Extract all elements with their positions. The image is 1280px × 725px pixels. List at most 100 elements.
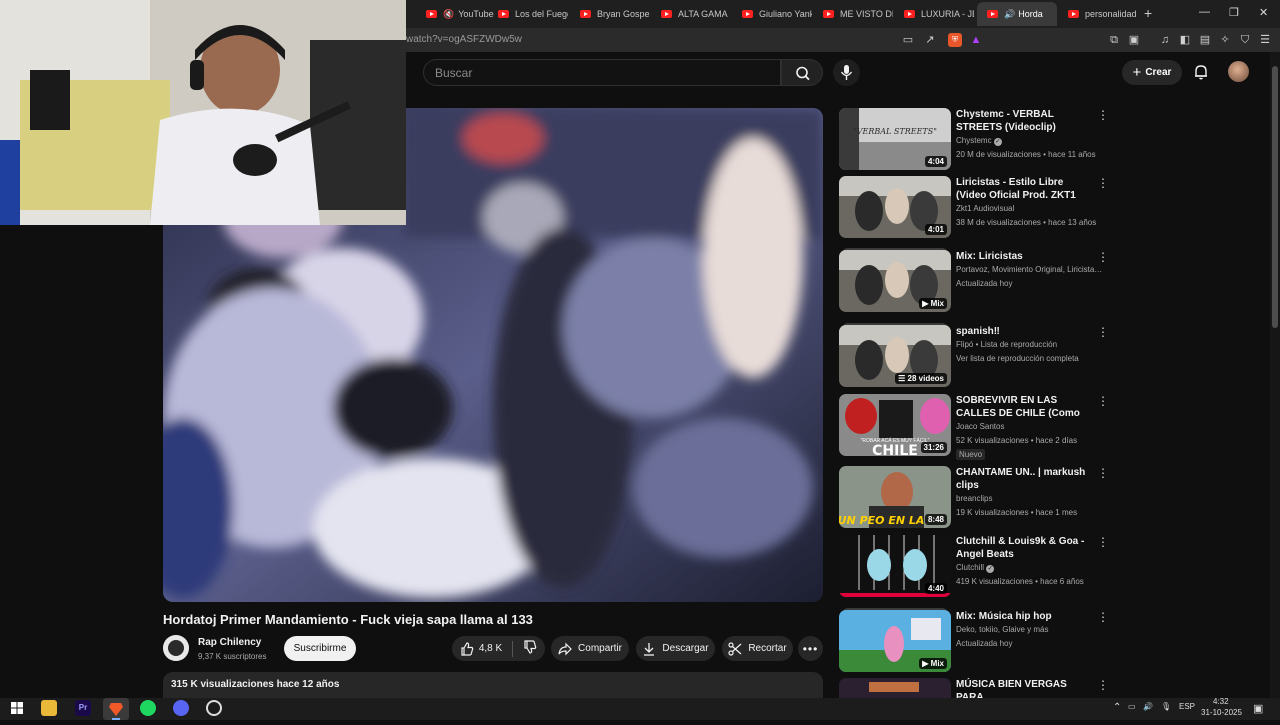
brave-shields-icon[interactable]: ⛨ [948, 33, 962, 47]
obs-icon[interactable] [206, 700, 222, 716]
verified-badge-icon: ✓ [986, 565, 995, 573]
video-thumbnail[interactable]: UN PEO EN LA 8:48 [839, 466, 951, 528]
search-button[interactable] [781, 59, 823, 86]
clip-button[interactable]: Recortar [722, 636, 793, 661]
more-vert-icon[interactable]: ⋮ [1097, 466, 1109, 480]
recommendation-item[interactable]: MÚSICA BIEN VERGAS PARA ⋮ [839, 678, 1109, 698]
tab-label: Bryan Gospel [597, 9, 650, 19]
scrollbar-thumb[interactable] [1272, 66, 1278, 328]
vpn-shield-icon[interactable]: ⛉ [1238, 33, 1252, 47]
more-vert-icon[interactable]: ⋮ [1097, 610, 1109, 624]
thumbnail-text: CHILE [872, 443, 918, 456]
tab-youtube[interactable]: 🔇 YouTube [416, 2, 498, 26]
brave-taskbar-active[interactable] [103, 698, 129, 720]
channel-avatar[interactable] [163, 635, 189, 661]
subscribe-button[interactable]: Suscribirme [284, 636, 356, 661]
video-thumbnail[interactable]: "VERBAL STREETS" 4:04 [839, 108, 951, 170]
brave-icon [109, 703, 123, 720]
subscriber-count: 9,37 K suscriptores [198, 652, 267, 661]
notifications-bell-icon[interactable] [1192, 63, 1210, 81]
discord-icon[interactable] [173, 700, 189, 716]
more-vert-icon[interactable]: ⋮ [1097, 678, 1109, 692]
tab-personalidad[interactable]: personalidad [1058, 2, 1138, 26]
scissors-icon [728, 641, 742, 656]
voice-search-button[interactable] [833, 59, 860, 86]
spotify-icon[interactable] [140, 700, 156, 716]
recommendation-item[interactable]: UN PEO EN LA 8:48 CHANTAME UN.. | markus… [839, 466, 1109, 528]
input-language[interactable]: ESP [1179, 702, 1195, 711]
video-thumbnail[interactable]: ▶ Mix [839, 250, 951, 312]
tab-alta-gama[interactable]: ALTA GAMA [651, 2, 731, 26]
cast-icon[interactable]: ▭ [901, 33, 915, 47]
tab-label: ALTA GAMA [678, 9, 728, 19]
tab-horda-active[interactable]: 🔊Horda✕ [977, 2, 1057, 26]
url-field[interactable]: watch?v=ogASFZWDw5w [406, 34, 522, 45]
video-thumbnail[interactable]: ☰ 28 videos [839, 325, 951, 387]
minimize-window-icon[interactable]: — [1199, 6, 1210, 18]
restore-window-icon[interactable]: ❐ [1229, 6, 1239, 19]
recommendation-meta: 19 K visualizaciones • hace 1 mes [956, 508, 1078, 517]
recommendation-item[interactable]: ▶ Mix Mix: Música hip hop Deko, tokiio, … [839, 608, 1109, 672]
recommendation-item[interactable]: 4:01 Liricistas - Estilo Libre (Video Of… [839, 176, 1109, 238]
more-vert-icon[interactable]: ⋮ [1097, 250, 1109, 264]
channel-name[interactable]: Rap Chilency [198, 637, 261, 648]
file-explorer-icon[interactable] [41, 700, 57, 716]
more-vert-icon[interactable]: ⋮ [1097, 176, 1109, 190]
new-tab-button[interactable]: + [1144, 5, 1152, 21]
sidebar-icon[interactable]: ◧ [1178, 33, 1192, 47]
extensions-icon[interactable]: ⧉ [1107, 33, 1121, 47]
wallet-icon[interactable]: ▤ [1198, 33, 1212, 47]
share-page-icon[interactable]: ↗ [923, 33, 937, 47]
search-input[interactable]: Buscar [423, 59, 781, 86]
dislike-button[interactable] [523, 640, 537, 657]
recommendation-item[interactable]: "VERBAL STREETS" 4:04 Chystemc - VERBAL … [839, 108, 1109, 170]
download-button[interactable]: Descargar [636, 636, 715, 661]
volume-icon[interactable]: 🔊 [1143, 702, 1153, 711]
video-thumbnail[interactable]: "ROBAR ACÁ ES MUY FÁCIL" CHILE 31:26 [839, 394, 951, 456]
recommendation-title: Mix: Liricistas [956, 251, 1023, 262]
tab-los-del-fuego[interactable]: Los del Fuego [488, 2, 568, 26]
video-thumbnail[interactable]: 4:01 [839, 176, 951, 238]
media-controls-icon[interactable]: ♫ [1158, 33, 1172, 47]
duration-badge: 4:40 [924, 583, 947, 594]
network-icon[interactable]: ▭ [1128, 702, 1136, 711]
recommendation-item[interactable]: ☰ 28 videos spanish‼ Flipó • Lista de re… [839, 323, 1109, 387]
duration-badge: 4:04 [924, 156, 947, 167]
thumbs-down-icon [524, 640, 537, 654]
like-button[interactable]: 4,8 K [460, 641, 502, 656]
tray-chevron-icon[interactable]: ⌃ [1113, 702, 1121, 713]
leo-ai-icon[interactable]: ✧ [1218, 33, 1232, 47]
recommendation-item[interactable]: "ROBAR ACÁ ES MUY FÁCIL" CHILE 31:26 SOBR… [839, 394, 1109, 460]
more-vert-icon[interactable]: ⋮ [1097, 535, 1109, 549]
mic-tray-icon[interactable]: 🎙 [1161, 702, 1171, 711]
premiere-pro-icon[interactable]: Pr [75, 700, 91, 716]
more-vert-icon[interactable]: ⋮ [1097, 108, 1109, 122]
brave-rewards-icon[interactable]: ▲ [969, 33, 983, 47]
thumbnail-text: UN PEO EN LA [839, 514, 924, 527]
more-vert-icon[interactable]: ⋮ [1097, 394, 1109, 408]
recommendation-meta: 52 K visualizaciones • hace 2 días [956, 436, 1078, 445]
recommendation-item[interactable]: 4:40 Clutchill & Louis9k & Goa - Angel B… [839, 535, 1109, 597]
video-thumbnail[interactable] [839, 678, 951, 698]
notification-center-icon[interactable]: ▣ [1253, 702, 1263, 715]
windows-start-icon[interactable] [9, 700, 25, 716]
close-window-icon[interactable]: ✕ [1259, 6, 1268, 19]
tab-me-visto-de[interactable]: ME VISTO DE [813, 2, 893, 26]
video-thumbnail[interactable]: ▶ Mix [839, 610, 951, 672]
thumbs-up-icon [461, 641, 474, 656]
share-button[interactable]: Compartir [551, 636, 629, 661]
tab-giuliano-yank[interactable]: Giuliano Yank [732, 2, 812, 26]
account-avatar[interactable] [1228, 61, 1249, 82]
video-thumbnail[interactable]: 4:40 [839, 535, 951, 597]
recommendation-item[interactable]: ▶ Mix Mix: Liricistas Portavoz, Movimien… [839, 248, 1109, 312]
clock-time[interactable]: 4:32 [1213, 697, 1229, 706]
clock-date[interactable]: 31-10-2025 [1201, 708, 1242, 717]
more-vert-icon[interactable]: ⋮ [1097, 325, 1109, 339]
reader-mode-icon[interactable]: ▣ [1127, 33, 1141, 47]
menu-icon[interactable]: ☰ [1258, 33, 1272, 47]
tab-label: ME VISTO DE [840, 9, 893, 19]
create-button[interactable]: + Crear [1122, 60, 1182, 85]
more-actions-button[interactable]: ••• [798, 636, 823, 661]
tab-bryan-gospel[interactable]: Bryan Gospel [570, 2, 650, 26]
tab-luxuria[interactable]: LUXURIA - JE [894, 2, 974, 26]
